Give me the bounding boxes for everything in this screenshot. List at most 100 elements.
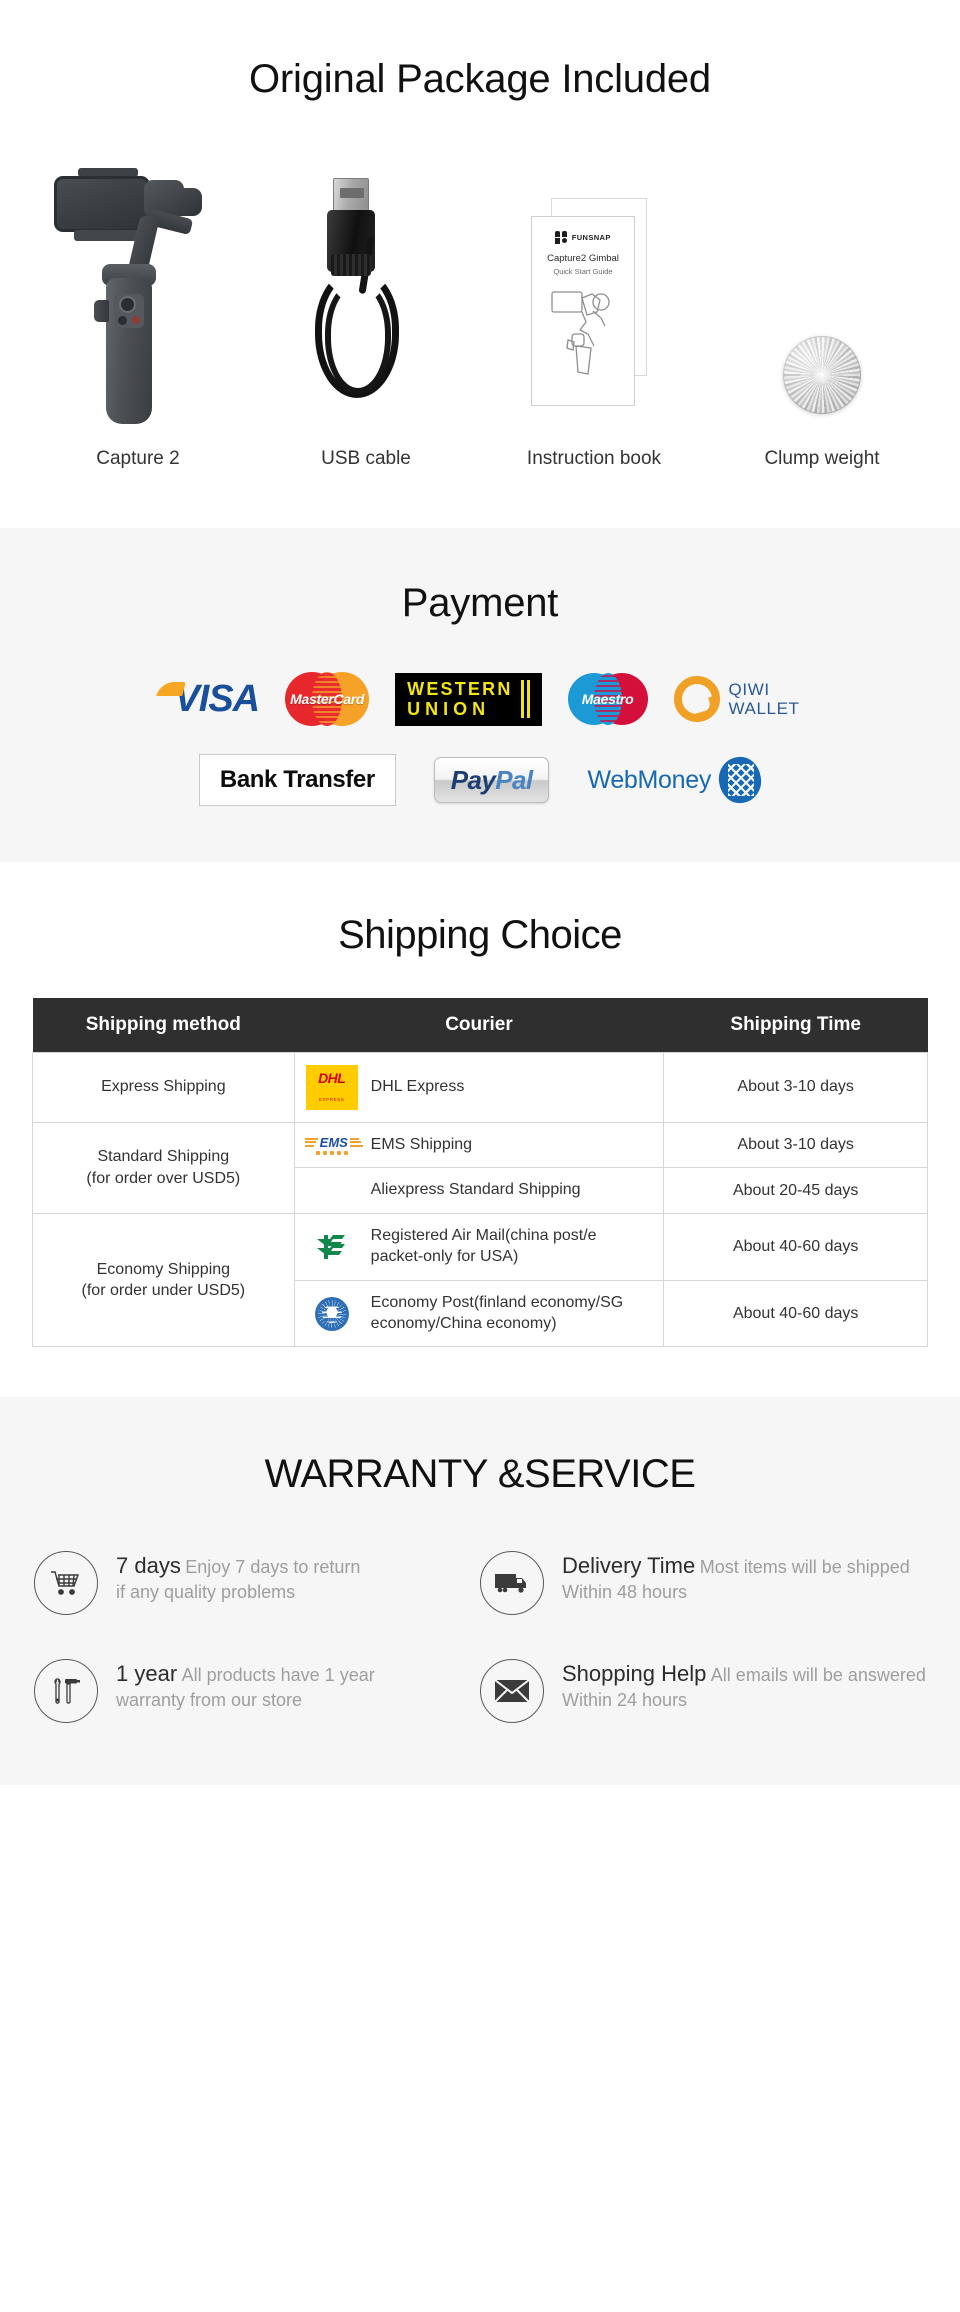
package-item-label: USB cable [321, 448, 411, 469]
payment-logo-row-2: Bank Transfer PayPal WebMoney [0, 754, 960, 806]
column-header-method: Shipping method [32, 998, 295, 1053]
cell-courier: Aliexpress Standard Shipping [293, 1167, 665, 1215]
package-item-weight: Clump weight [724, 158, 920, 470]
gimbal-joystick [121, 298, 134, 311]
cell-courier: Registered Air Mail(china post/e packet-… [293, 1213, 665, 1281]
china-post-logo [305, 1232, 359, 1262]
package-item-label: Instruction book [526, 448, 662, 469]
shopping-cart-icon [34, 1551, 98, 1616]
cell-time: About 3-10 days [663, 1121, 928, 1169]
western-union-line1: WESTERN [407, 678, 513, 699]
package-items-row: Capture 2 USB cable FUNSNAP Capture2 Gim… [0, 102, 960, 470]
manual-product-illustration [540, 284, 626, 380]
weight-art [724, 158, 920, 428]
manual-brand-row: FUNSNAP [540, 231, 626, 244]
package-item-label: Clump weight [764, 448, 880, 469]
payment-method-bank-transfer: Bank Transfer [198, 754, 396, 806]
cell-method: Standard Shipping (for order over USD5) [32, 1121, 295, 1215]
gimbal-icon [48, 166, 228, 428]
cell-time: About 20-45 days [663, 1167, 928, 1215]
table-row: Economy Shipping (for order under USD5) [32, 1213, 928, 1348]
paypal-part1: Pay [450, 765, 496, 795]
warranty-grid: 7 days Enjoy 7 days to return if any qua… [0, 1497, 960, 1724]
western-union-logo: WESTERN UNION [395, 672, 542, 726]
webmoney-logo: WebMoney [587, 754, 765, 806]
payment-method-visa: VISA [160, 680, 260, 718]
shipping-table: Shipping method Courier Shipping Time Ex… [32, 998, 928, 1348]
manual-art: FUNSNAP Capture2 Gimbal Quick Start Guid… [496, 158, 692, 428]
warranty-section: WARRANTY &SERVICE 7 days Enjoy 7 days to… [0, 1397, 960, 1786]
warranty-item-support: Shopping Help All emails will be answere… [480, 1659, 926, 1724]
courier-name: DHL Express [370, 1077, 465, 1095]
manual-subtitle: Quick Start Guide [553, 267, 613, 276]
shipping-table-body: Express Shipping DHL EXPRESS DHL Express [32, 1051, 928, 1348]
china-post-glyph-icon [316, 1235, 345, 1260]
funsnap-mark-icon [555, 231, 567, 244]
column-header-time: Shipping Time [663, 998, 928, 1053]
cell-method-line1: Standard Shipping [97, 1148, 230, 1166]
package-item-label: Capture 2 [96, 448, 180, 469]
warranty-item-title: Shopping Help [562, 1661, 707, 1687]
package-section: Original Package Included Capture 2 USB … [0, 0, 960, 528]
table-row: Express Shipping DHL EXPRESS DHL Express [32, 1051, 928, 1123]
cell-time: About 40-60 days [663, 1213, 928, 1281]
warranty-desc-line2: if any quality problems [116, 1582, 296, 1603]
cell-time: About 3-10 days [663, 1051, 928, 1123]
paypal-logo: PayPal [433, 757, 550, 803]
warranty-item-title: 1 year [116, 1661, 178, 1687]
envelope-icon [480, 1659, 544, 1724]
warranty-item-returns: 7 days Enjoy 7 days to return if any qua… [34, 1551, 480, 1616]
column-header-courier: Courier [294, 998, 664, 1053]
table-row: Standard Shipping (for order over USD5) … [32, 1121, 928, 1215]
un-globe-icon [314, 1296, 349, 1331]
usb-connector [333, 178, 369, 212]
package-item-gimbal: Capture 2 [40, 158, 236, 470]
warranty-item-warranty: 1 year All products have 1 year warranty… [34, 1659, 480, 1724]
payment-logo-row-1: VISA MasterCard WESTERN UNION Maestro QI… [0, 672, 960, 726]
usb-cable-loop-inner [325, 282, 391, 394]
courier-name: Aliexpress Standard Shipping [370, 1181, 581, 1199]
package-item-usb: USB cable [268, 158, 464, 470]
qiwi-line1: QIWI [728, 679, 770, 699]
webmoney-label: WebMoney [587, 765, 712, 794]
gimbal-art [40, 158, 236, 428]
shipping-table-head: Shipping method Courier Shipping Time [32, 998, 928, 1053]
warranty-item-title: 7 days [116, 1553, 181, 1579]
package-item-manual: FUNSNAP Capture2 Gimbal Quick Start Guid… [496, 158, 692, 470]
maestro-logo: Maestro [567, 673, 648, 725]
cell-method-line1: Economy Shipping [96, 1260, 231, 1278]
qiwi-wallet-logo: QIWI WALLET [673, 676, 800, 722]
warranty-item-title: Delivery Time [562, 1553, 696, 1579]
cell-method: Economy Shipping (for order under USD5) [32, 1213, 295, 1348]
table-header-row: Shipping method Courier Shipping Time [32, 998, 928, 1053]
gimbal-record-button [132, 316, 140, 324]
payment-method-qiwi: QIWI WALLET [673, 676, 800, 722]
shipping-title: Shipping Choice [338, 913, 622, 957]
visa-logo: VISA [160, 680, 260, 718]
cell-courier: DHL EXPRESS DHL Express [293, 1051, 665, 1123]
warranty-desc-line1: Enjoy 7 days to return [185, 1557, 361, 1578]
qiwi-line2: WALLET [728, 699, 800, 718]
warranty-desc-line2: Within 48 hours [562, 1582, 688, 1603]
payment-method-paypal: PayPal [433, 757, 550, 803]
shipping-section: Shipping Choice Shipping method Courier … [0, 862, 960, 1398]
maestro-label: Maestro [581, 691, 634, 707]
mastercard-label: MasterCard [290, 691, 365, 707]
payment-logos: VISA MasterCard WESTERN UNION Maestro QI… [0, 672, 960, 806]
cell-courier: EMS EMS Shipping [293, 1121, 665, 1169]
warranty-desc-line1: Most items will be shipped [699, 1557, 910, 1578]
usb-art [268, 158, 464, 428]
payment-title: Payment [401, 581, 559, 625]
delivery-truck-icon [480, 1551, 544, 1616]
qiwi-q-icon [673, 676, 720, 722]
warranty-desc-line2: warranty from our store [116, 1690, 303, 1711]
courier-name: Economy Post(finland economy/SG economy/… [370, 1293, 624, 1332]
cell-time: About 40-60 days [663, 1279, 928, 1348]
warranty-desc-line1: All products have 1 year [181, 1665, 375, 1686]
un-post-logo [305, 1296, 359, 1331]
payment-method-webmoney: WebMoney [587, 754, 765, 806]
bank-transfer-logo: Bank Transfer [198, 754, 396, 806]
cell-method-line2: (for order under USD5) [81, 1282, 246, 1300]
western-union-line2: UNION [407, 698, 491, 719]
ems-logo: EMS [304, 1136, 363, 1155]
